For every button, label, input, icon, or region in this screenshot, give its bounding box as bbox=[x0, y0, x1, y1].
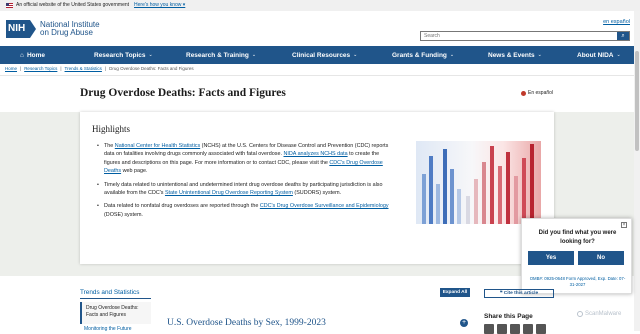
highlights-title: Highlights bbox=[92, 124, 131, 134]
linkedin-icon[interactable] bbox=[523, 324, 533, 334]
nih-logo-badge: NIH bbox=[6, 20, 36, 38]
nav-clinical-resources-label: Clinical Resources bbox=[292, 51, 351, 59]
sidebar-divider bbox=[80, 298, 151, 299]
print-icon[interactable] bbox=[536, 324, 546, 334]
gov-banner-text: An official website of the United States… bbox=[16, 2, 130, 8]
breadcrumb: Home | Research Topics | Trends & Statis… bbox=[5, 66, 194, 71]
chevron-down-icon: ⌄ bbox=[353, 52, 358, 58]
highlight-text: The bbox=[104, 143, 115, 149]
page-scrollbar[interactable] bbox=[634, 11, 640, 331]
en-espanol-link[interactable]: en español bbox=[603, 19, 630, 25]
watermark-icon bbox=[577, 311, 583, 317]
watermark: ScanMalware bbox=[577, 311, 621, 317]
survey-question: Did you find what you were looking for? bbox=[538, 230, 617, 245]
logo-name-line2: on Drug Abuse bbox=[40, 28, 93, 37]
expand-all-button[interactable]: Expand All bbox=[440, 288, 470, 297]
search-icon: ⌕ bbox=[621, 32, 625, 39]
breadcrumb-divider bbox=[0, 75, 634, 76]
breadcrumb-home[interactable]: Home bbox=[5, 66, 17, 71]
twitter-icon[interactable] bbox=[497, 324, 507, 334]
facebook-icon[interactable] bbox=[484, 324, 494, 334]
highlight-item: Timely data related to unintentional and… bbox=[96, 181, 396, 198]
nav-research-topics-label: Research Topics bbox=[94, 51, 146, 59]
breadcrumb-separator: | bbox=[60, 66, 62, 71]
search-box: ⌕ bbox=[420, 31, 630, 41]
nav-grants-funding-label: Grants & Funding bbox=[392, 51, 447, 59]
breadcrumb-research-topics[interactable]: Research Topics bbox=[24, 66, 57, 71]
nav-about-nida[interactable]: About NIDA ⌄ bbox=[577, 46, 621, 64]
nav-research-topics[interactable]: Research Topics ⌄ bbox=[94, 46, 186, 64]
share-title: Share this Page bbox=[484, 313, 533, 320]
espanol-link-label: En español bbox=[528, 90, 554, 96]
nav-news-events-label: News & Events bbox=[488, 51, 535, 59]
sidebar-title[interactable]: Trends and Statistics bbox=[80, 289, 139, 296]
nav-research-training[interactable]: Research & Training ⌄ bbox=[186, 46, 292, 64]
search-input[interactable] bbox=[421, 32, 617, 40]
scrollbar-thumb[interactable] bbox=[635, 51, 639, 151]
omb-notice: OMB#: 0925-0648 Form Approved, Exp. Date… bbox=[529, 276, 626, 287]
gov-banner: An official website of the United States… bbox=[0, 0, 640, 11]
page-title: Drug Overdose Deaths: Facts and Figures bbox=[80, 87, 286, 99]
breadcrumb-separator: | bbox=[20, 66, 22, 71]
nav-grants-funding[interactable]: Grants & Funding ⌄ bbox=[392, 46, 488, 64]
chevron-down-icon: ⌄ bbox=[148, 52, 153, 58]
email-icon[interactable] bbox=[510, 324, 520, 334]
us-flag-icon bbox=[6, 3, 13, 8]
highlight-text: (SUDORS) system. bbox=[292, 190, 342, 197]
main-nav: ⌂ Home Research Topics ⌄ Research & Trai… bbox=[0, 46, 634, 64]
breadcrumb-trends-statistics[interactable]: Trends & Statistics bbox=[65, 66, 102, 71]
highlights-card: Highlights The National Center for Healt… bbox=[80, 112, 554, 264]
highlight-item: The National Center for Health Statistic… bbox=[96, 142, 396, 176]
sidebar-item-monitoring-future[interactable]: Monitoring the Future bbox=[84, 326, 132, 332]
highlights-illustration bbox=[416, 141, 541, 224]
watermark-text: ScanMalware bbox=[585, 311, 622, 317]
sudors-link[interactable]: State Unintentional Drug Overdose Report… bbox=[165, 190, 293, 196]
nida-analyzes-link[interactable]: NIDA analyzes NCHS data bbox=[283, 151, 347, 157]
highlight-text: web page. bbox=[121, 168, 148, 175]
highlight-text: Data related to nonfatal drug overdoses … bbox=[104, 203, 260, 210]
chevron-down-icon: ⌄ bbox=[537, 52, 542, 58]
share-icons bbox=[484, 324, 546, 334]
heres-how-you-know-link[interactable]: Here's how you know ▾ bbox=[134, 0, 185, 11]
search-button[interactable]: ⌕ bbox=[617, 32, 629, 40]
survey-yes-button[interactable]: Yes bbox=[528, 251, 574, 265]
nchs-link[interactable]: National Center for Health Statistics bbox=[115, 143, 200, 149]
nida-logo[interactable]: NIH National Institute on Drug Abuse bbox=[6, 20, 100, 38]
globe-icon bbox=[521, 90, 526, 96]
sidebar-item-overdose-deaths[interactable]: Drug Overdose Deaths: Facts and Figures bbox=[80, 302, 151, 324]
nav-home[interactable]: ⌂ Home bbox=[20, 46, 90, 64]
nav-clinical-resources[interactable]: Clinical Resources ⌄ bbox=[292, 46, 392, 64]
cite-article-button[interactable]: ❝ Cite this article bbox=[484, 289, 554, 298]
breadcrumb-separator: | bbox=[104, 66, 107, 71]
dose-link[interactable]: CDC's Drug Overdose Surveillance and Epi… bbox=[260, 203, 389, 209]
site-header: NIH National Institute on Drug Abuse en … bbox=[0, 11, 640, 46]
nav-home-label: Home bbox=[26, 51, 45, 59]
nav-news-events[interactable]: News & Events ⌄ bbox=[488, 46, 577, 64]
chevron-down-icon: ⌄ bbox=[616, 52, 621, 58]
nav-about-nida-label: About NIDA bbox=[577, 51, 614, 59]
chevron-down-icon: ⌄ bbox=[251, 52, 257, 58]
expand-plus-icon[interactable]: + bbox=[460, 319, 468, 327]
home-icon: ⌂ bbox=[20, 51, 24, 59]
highlights-list: The National Center for Health Statistic… bbox=[96, 142, 396, 224]
breadcrumb-current: Drug Overdose Deaths: Facts and Figures bbox=[109, 66, 194, 71]
close-icon[interactable]: × bbox=[621, 222, 627, 228]
nav-research-training-label: Research & Training bbox=[186, 51, 249, 59]
feedback-survey: × Did you find what you were looking for… bbox=[521, 218, 632, 294]
espanol-link[interactable]: En español bbox=[521, 90, 553, 96]
section-title[interactable]: U.S. Overdose Deaths by Sex, 1999-2023 bbox=[167, 318, 326, 328]
chevron-down-icon: ⌄ bbox=[449, 52, 455, 58]
survey-no-button[interactable]: No bbox=[578, 251, 624, 265]
logo-name: National Institute on Drug Abuse bbox=[40, 20, 100, 38]
highlight-item: Data related to nonfatal drug overdoses … bbox=[96, 202, 396, 219]
highlight-text: (DOSE) system. bbox=[104, 211, 143, 218]
